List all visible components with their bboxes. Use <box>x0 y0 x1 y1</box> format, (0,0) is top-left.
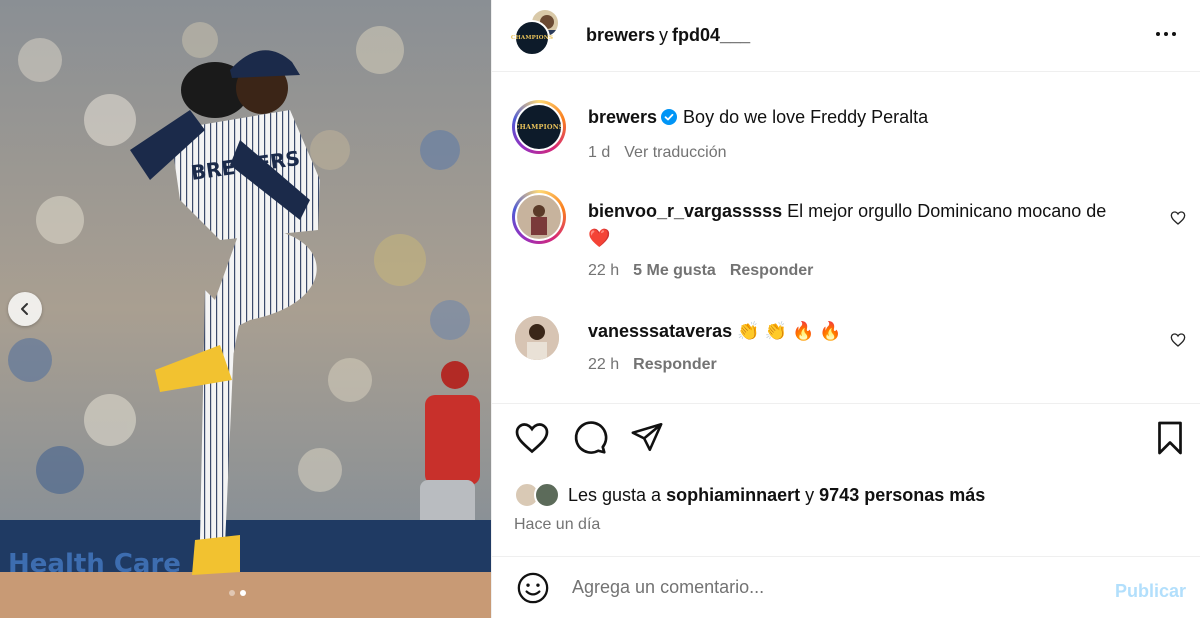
post-header: CHAMPIONS brewers y fpd04___ <box>492 0 1200 72</box>
likes-connector: y <box>805 484 815 505</box>
like-heart-icon[interactable] <box>514 420 550 456</box>
more-options-button[interactable] <box>1154 22 1178 48</box>
action-bar <box>514 420 1186 460</box>
authors-conjunction: y <box>659 25 669 45</box>
comment-meta: 22 h Responder <box>588 356 731 374</box>
post-details-panel: CHAMPIONS brewersyfpd04___ CHAMPIONS bre… <box>491 0 1200 618</box>
liker-avatar <box>534 482 560 508</box>
caption-avatar-ring[interactable]: CHAMPIONS <box>512 100 566 154</box>
comment-body: vanesssataveras 👏 👏 🔥 🔥 <box>588 318 1144 345</box>
collab-avatars[interactable]: CHAMPIONS <box>510 7 562 60</box>
chevron-left-icon <box>21 303 28 315</box>
comment-item: bienvoo_r_vargasssss El mejor orgullo Do… <box>512 190 1200 279</box>
champions-badge-text: CHAMPIONS <box>517 123 561 131</box>
comment-time[interactable]: 22 h <box>588 262 619 280</box>
carousel-dot <box>229 590 235 596</box>
comment-like-heart-icon[interactable] <box>1170 210 1186 226</box>
caption-row: CHAMPIONS brewers Boy do we love Freddy P… <box>512 100 1200 161</box>
comment-body: bienvoo_r_vargasssss El mejor orgullo Do… <box>588 198 1144 252</box>
comment-avatar-ring[interactable] <box>512 190 566 244</box>
comments-section: CHAMPIONS brewers Boy do we love Freddy P… <box>492 72 1200 404</box>
comment-item: vanesssataveras 👏 👏 🔥 🔥 22 h Responder <box>512 316 1200 373</box>
post-timestamp[interactable]: Hace un día <box>514 516 600 534</box>
liker-username[interactable]: sophiaminnaert <box>666 485 800 506</box>
avatar-brewers[interactable]: CHAMPIONS <box>510 19 554 56</box>
avatar-bienvoo <box>517 195 561 239</box>
reply-button[interactable]: Responder <box>730 262 814 280</box>
comment-bubble-icon[interactable] <box>572 420 608 456</box>
publish-button[interactable]: Publicar <box>1115 581 1186 602</box>
comment-like-heart-icon[interactable] <box>1170 332 1186 348</box>
reply-button[interactable]: Responder <box>633 356 717 374</box>
caption-username[interactable]: brewers <box>588 107 657 127</box>
caption-meta: 1 d Ver traducción <box>588 144 741 162</box>
likers-avatars[interactable] <box>514 480 568 510</box>
comment-emojis: 👏 👏 🔥 🔥 <box>737 321 842 341</box>
more-horizontal-icon <box>1156 32 1176 36</box>
comment-meta: 22 h 5 Me gusta Responder <box>588 262 827 280</box>
caption-text: Boy do we love Freddy Peralta <box>683 107 929 127</box>
verified-badge-icon <box>661 109 678 125</box>
comment-username[interactable]: bienvoo_r_vargasssss <box>588 201 782 221</box>
champions-badge-text: CHAMPIONS <box>510 34 554 41</box>
add-comment-bar: Publicar <box>492 556 1200 618</box>
likes-others-count[interactable]: 9743 personas más <box>819 485 985 506</box>
translate-link[interactable]: Ver traducción <box>624 144 726 162</box>
comment-time[interactable]: 22 h <box>588 356 619 374</box>
emoji-smiley-icon[interactable] <box>516 571 550 605</box>
author-link-fpd04[interactable]: fpd04___ <box>672 25 750 45</box>
carousel-indicator <box>229 590 246 596</box>
avatar-vanesssataveras[interactable] <box>515 316 559 360</box>
carousel-prev-button[interactable] <box>8 292 42 326</box>
likes-prefix: Les gusta a <box>568 484 662 505</box>
comment-input[interactable] <box>572 577 1092 598</box>
post-media[interactable]: Health Care BREWERS <box>0 0 491 618</box>
heart-emoji: ❤️ <box>588 228 611 248</box>
comment-username[interactable]: vanesssataveras <box>588 321 732 341</box>
carousel-dot-active <box>240 590 246 596</box>
caption-body: brewers Boy do we love Freddy Peralta <box>588 104 1144 131</box>
save-bookmark-icon[interactable] <box>1154 420 1186 456</box>
comment-likes[interactable]: 5 Me gusta <box>633 262 716 280</box>
pitcher-photo: Health Care BREWERS <box>0 0 491 618</box>
comment-text: El mejor orgullo Dominicano mocano de <box>787 201 1107 221</box>
author-link-brewers[interactable]: brewers <box>586 25 655 45</box>
share-send-icon[interactable] <box>630 420 664 454</box>
caption-time[interactable]: 1 d <box>588 144 610 162</box>
post-authors: brewers y fpd04___ <box>586 25 750 46</box>
likes-summary: Les gusta a sophiaminnaert y 9743 person… <box>514 480 985 510</box>
avatar-brewers: CHAMPIONS <box>517 105 561 149</box>
